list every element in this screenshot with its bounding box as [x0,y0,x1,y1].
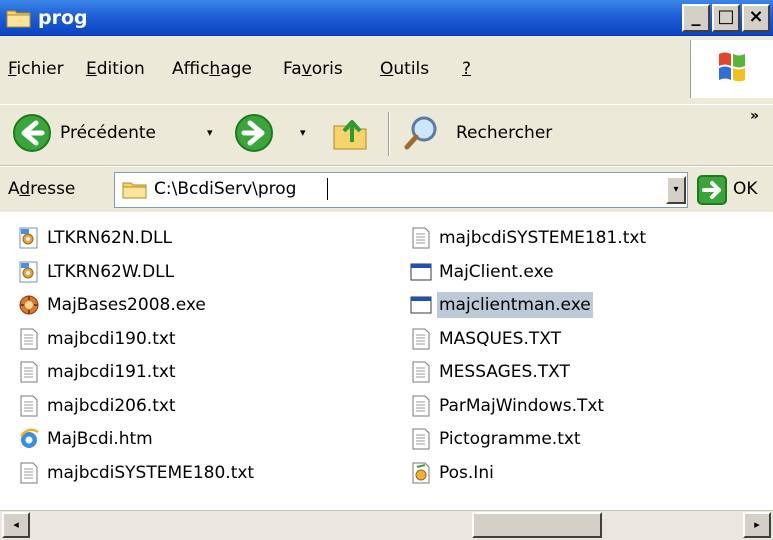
file-name: Pos.Ini [439,462,494,483]
file-item[interactable]: majbcdi206.txt [18,390,178,422]
forward-arrow-icon[interactable] [234,113,274,153]
file-name: majbcdi206.txt [47,395,176,416]
text-file-icon [410,360,432,384]
window-title: prog [38,7,88,29]
file-item[interactable]: majbcdiSYSTEME180.txt [18,457,256,489]
back-button-label[interactable]: Précédente [60,120,156,146]
search-button-label[interactable]: Rechercher [456,120,552,146]
scroll-left-button[interactable]: ◂ [2,512,30,538]
file-item[interactable]: majbcdiSYSTEME181.txt [410,222,648,254]
menu-item-pre: Fa [283,59,302,79]
horizontal-scrollbar[interactable] [0,510,773,540]
file-item[interactable]: majclientman.exe [410,289,593,321]
address-label: Adresse [8,176,75,202]
close-button[interactable]: × [742,4,770,32]
file-name: LTKRN62N.DLL [47,228,172,248]
menu-item-accel: O [380,59,394,79]
search-icon[interactable] [402,113,442,153]
menu-item-post: ichier [16,59,64,79]
menu-item-accel: F [8,59,17,79]
file-item[interactable]: MajClient.exe [410,256,556,288]
ini-settings-icon [410,461,432,485]
file-item[interactable]: MajBcdi.htm [18,423,155,455]
file-item[interactable]: Pictogramme.txt [410,423,583,455]
file-name: MajClient.exe [439,261,554,282]
address-label-post: resse [30,179,76,199]
menu-help[interactable]: ? [462,56,471,82]
file-item[interactable]: Pos.Ini [410,457,496,489]
text-file-icon [18,360,40,384]
menu-edition[interactable]: Edition [86,56,145,82]
file-name: majbcdiSYSTEME181.txt [439,228,647,248]
file-item[interactable]: LTKRN62W.DLL [18,256,176,288]
file-name: majbcdi190.txt [47,328,176,349]
file-item[interactable]: majbcdi191.txt [18,356,178,388]
chevron-down-icon[interactable]: ▾ [300,126,306,139]
ie-html-icon [18,427,40,451]
go-arrow-icon[interactable] [697,175,727,205]
text-file-icon [18,327,40,351]
folder-icon [6,10,31,28]
maximize-button[interactable]: □ [712,4,740,32]
folder-up-icon[interactable] [330,114,370,152]
menu-item-post: dition [96,59,145,79]
file-name: MASQUES.TXT [439,328,561,349]
toolbar-overflow-icon[interactable]: » [750,108,759,124]
menu-item-accel: ? [462,59,472,79]
text-file-icon [410,427,432,451]
file-item[interactable]: MajBases2008.exe [18,289,208,321]
menu-affichage[interactable]: Affichage [172,56,252,82]
file-item[interactable]: majbcdi190.txt [18,323,178,355]
text-caret [327,178,328,200]
dll-icon [18,260,40,284]
text-file-icon [18,394,40,418]
folder-icon [122,182,147,199]
file-name: ParMajWindows.Txt [439,395,605,416]
chevron-down-icon[interactable]: ▾ [666,176,686,204]
file-name: MajBases2008.exe [47,295,206,315]
scroll-right-button[interactable]: ▸ [743,512,771,538]
toolbar-separator [388,112,390,156]
go-button-label[interactable]: OK [733,176,758,202]
file-item[interactable]: ParMajWindows.Txt [410,390,606,422]
file-name: majbcdiSYSTEME180.txt [47,462,255,483]
title-bar[interactable] [0,0,773,36]
menu-item-accel: h [209,59,221,79]
menu-item-accel: v [301,59,312,79]
file-item[interactable]: LTKRN62N.DLL [18,222,174,254]
address-value[interactable]: C:\BcdiServ\prog [154,176,296,202]
back-arrow-icon[interactable] [12,113,52,153]
menu-fichier[interactable]: Fichier [8,56,64,82]
windows-flag-icon [719,52,745,82]
menu-outils[interactable]: Outils [380,56,429,82]
text-file-icon [410,327,432,351]
menu-item-pre: Affic [172,59,210,79]
file-name: Pictogramme.txt [439,429,581,449]
exe-window-icon [410,293,432,317]
installer-icon [18,293,40,317]
scrollbar-thumb[interactable] [472,512,602,538]
windows-logo [690,40,773,98]
dll-icon [18,226,40,250]
file-name: majclientman.exe [437,292,593,318]
chevron-down-icon[interactable]: ▾ [207,126,213,139]
menu-favoris[interactable]: Favoris [283,56,343,82]
address-label-pre: A [8,179,20,199]
file-name: MajBcdi.htm [47,429,153,449]
address-label-accel: d [19,179,31,199]
file-item[interactable]: MESSAGES.TXT [410,356,572,388]
menu-item-post: utils [393,59,430,79]
file-item[interactable]: MASQUES.TXT [410,323,563,355]
menu-item-post: age [220,59,252,79]
file-name: MESSAGES.TXT [439,362,570,382]
minimize-button[interactable]: _ [682,4,710,32]
text-file-icon [18,461,40,485]
file-name: majbcdi191.txt [47,362,176,382]
menu-item-post: oris [311,59,343,79]
text-file-icon [410,394,432,418]
text-file-icon [410,226,432,250]
exe-window-icon [410,260,432,284]
file-name: LTKRN62W.DLL [47,261,175,282]
menu-item-accel: E [86,59,97,79]
